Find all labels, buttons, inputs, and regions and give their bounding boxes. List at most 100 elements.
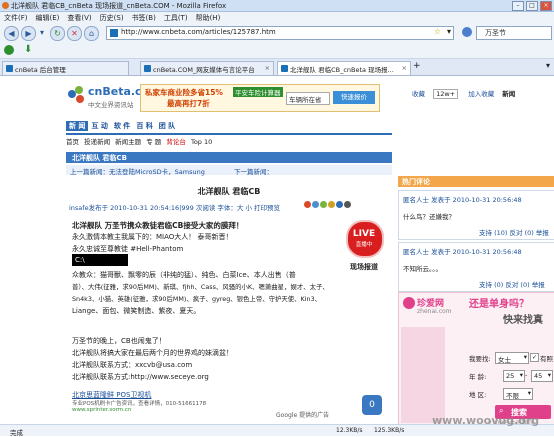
subnav-forum[interactable]: 背论台 [166,138,186,146]
new-tab-button[interactable]: + [413,61,421,71]
article-line: 普）、大伟(征雅，求90后MM)、新琪、fjhh、Cass、风骚的小K、嗯萧曲星… [72,283,329,291]
download-speed: 12.3KB/s [336,427,363,434]
next-article-link[interactable]: 下一篇新闻： [234,166,273,176]
ad-age-from-select[interactable]: 25 ▾ [503,370,525,382]
nav-tab-news[interactable]: 新 闻 [66,121,89,131]
home-button[interactable]: ⌂ [84,26,99,41]
tab-favicon [281,65,288,72]
tab-cnbeta-admin[interactable]: cnBeta 后台管理 [2,61,129,75]
window-controls: – □ × [510,1,552,11]
logo-circles-icon [68,86,86,104]
ad-age-dash: - [525,371,528,379]
ad-text-3: 平安车险计算器 [233,87,283,97]
live-badge[interactable]: LIVE 直播中 [342,220,386,258]
close-button[interactable]: × [540,1,552,11]
article-line: 永久忠诚至尊教徒 #Hell-Phantom [72,245,184,253]
tab-close-icon[interactable]: × [265,64,270,72]
menu-history[interactable]: 历史(S) [100,14,124,22]
ad-province-input[interactable]: 车辆所在省 [286,92,330,105]
address-bar[interactable]: http://www.cnbeta.com/articles/125787.ht… [106,26,454,40]
comment-card: 匿名人士 发表于 2010-10-31 20:56:48 什么鸟？还嫌我？ 支持… [398,190,554,240]
site-logo[interactable]: cnBeta.com 中文业界资讯站 [68,82,161,112]
bookmark-star-icon[interactable]: ☆ [434,27,441,36]
url-dropdown-icon[interactable]: ▾ [447,27,451,36]
news-link[interactable]: 新闻 [502,90,515,98]
comment-oppose-link[interactable]: 反对 (0) [505,281,529,289]
ad-age-to-select[interactable]: 45 ▾ [531,370,553,382]
meta-share-icons[interactable] [304,201,351,210]
article-line: Sn4k3、小猫、英雄(征雅，求90后MM)、疯子、gyreg、银色上帝、守护天… [72,295,322,303]
google-search-icon[interactable] [462,27,472,37]
ad-seek-label: 我要找: [469,355,491,363]
subnav-submit[interactable]: 投递新闻 [84,138,110,146]
article-line: 北洋舰队联系方式:http://www.seceye.org [72,373,209,381]
comment-text: 不知所云。。。 [403,265,442,273]
comment-support-link[interactable]: 支持 (0) [479,281,503,289]
download-icon[interactable]: ⬇ [24,44,32,55]
prev-article-link[interactable]: 上一篇新闻：无法登陆MicroSD卡，Samsung [70,166,205,176]
firefox-icon [2,2,9,9]
minimize-button[interactable]: – [512,1,524,11]
ad-banner[interactable]: 私家车商业险多省15% 最高再打7折 平安车险计算器 车辆所在省 快速报价 [140,84,380,112]
article-line: 北洋舰队联系方式：xxcvb@usa.com [72,361,193,369]
site-nav: 新 闻互 动软 件百 科团 队 首页 投递新闻 新闻主题 专 题 背论台 Top… [66,121,392,147]
subnav-top10[interactable]: Top 10 [191,138,212,146]
ad-age-label: 年 龄: [469,373,487,381]
section-header: 北洋舰队 君临CB [66,152,392,163]
tab-close-icon[interactable]: × [402,64,407,72]
google-ad-label: Google 提供的广告 [276,412,330,419]
menu-help[interactable]: 帮助(H) [196,14,221,22]
menu-tools[interactable]: 工具(T) [164,14,188,22]
reload-button[interactable]: ↻ [50,26,65,41]
ad-region-label: 地 区: [469,391,487,399]
subnav-topics[interactable]: 新闻主题 [115,138,141,146]
ad-slogan-2: 快来找真 [503,315,543,326]
article-line: 北洋舰队将搞大家在最后两个月的世界鸡的妹滴盆！ [72,349,233,357]
addon-green-icon[interactable] [4,45,14,55]
article-line: 永久激情本教主我属下的：MIAO大人！ 泰哥新晋！ [72,233,233,241]
nav-tab-interact[interactable]: 互 动 [88,121,110,131]
tab-list-icon[interactable]: ▾ [546,61,550,70]
tab-article[interactable]: 北洋舰队 君临CB_cnBeta 现场报... × [277,61,411,75]
back-button[interactable]: ◀ [4,26,19,41]
tab-cnbeta-home[interactable]: cnBeta.COM_网友媒体与言论平台 × [140,61,274,75]
add-favorite-link[interactable]: 加入收藏 [468,90,494,98]
ad-region-select[interactable]: 不限 ▾ [503,388,533,400]
comment-support-link[interactable]: 支持 (10) [479,229,507,237]
comment-report-link[interactable]: 举报 [536,229,549,237]
search-text: 万圣节 [485,29,506,37]
comment-report-link[interactable]: 举报 [532,281,545,289]
stop-button[interactable]: ✕ [67,26,82,41]
vote-button[interactable]: 0 [362,395,382,415]
ad-seek-select[interactable]: 女士 ▾ [495,352,529,364]
subnav-special[interactable]: 专 题 [146,138,161,146]
subnav-home[interactable]: 首页 [66,138,79,146]
dropdown-arrow-icon[interactable]: ▾ [38,26,46,39]
prev-next-bar: 上一篇新闻：无法登陆MicroSD卡，Samsung 下一篇新闻： [66,165,392,176]
menu-file[interactable]: 文件(F) [4,14,28,22]
favorite-link[interactable]: 收藏 [412,90,425,98]
search-input[interactable]: 万圣节 [476,26,552,40]
nav-tab-software[interactable]: 软 件 [111,121,133,131]
share-count-badge[interactable]: 12w+ [433,89,459,99]
select-arrow-icon: ▾ [523,353,527,361]
nav-tab-wiki[interactable]: 百 科 [133,121,155,131]
menu-bookmarks[interactable]: 书签(B) [132,14,156,22]
site-favicon [110,29,118,37]
ad-logo-icon [403,297,415,309]
menu-view[interactable]: 查看(V) [67,14,91,22]
article-line: 万圣节的晚上，CB也闹鬼了！ [72,337,166,345]
footer-ad-url[interactable]: www.sprinter.sorm.cn [72,407,131,413]
section-title: 北洋舰队 君临CB [72,154,127,162]
code-block: C:\ [72,254,128,266]
article: 北洋舰队 君临CB insafe发布于 2010-10-31 20:54:16|… [66,176,392,424]
sidebar-ad[interactable]: 珍爱网 zhenai.com 还是单身吗？ 快来找真 我要找: 女士 ▾ ✓ 有… [398,292,554,426]
ad-photo-checkbox[interactable]: ✓ [530,353,539,362]
comment-oppose-link[interactable]: 反对 (0) [510,229,534,237]
nav-tab-team[interactable]: 团 队 [156,121,178,131]
article-title: 北洋舰队 君临CB [197,187,261,196]
ad-quote-button[interactable]: 快速报价 [333,91,375,104]
menu-edit[interactable]: 编辑(E) [36,14,60,22]
forward-button[interactable]: ▶ [21,26,36,41]
maximize-button[interactable]: □ [526,1,538,11]
